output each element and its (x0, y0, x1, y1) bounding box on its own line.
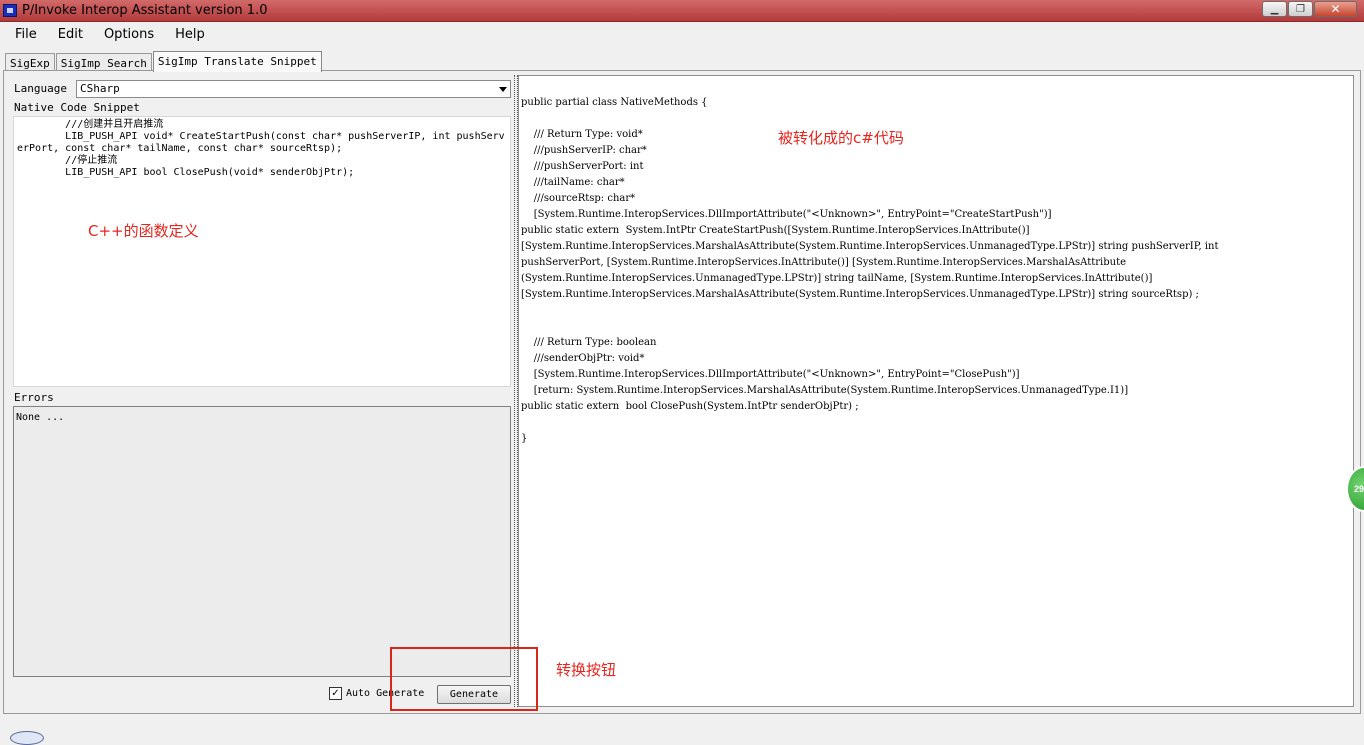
annotation-button: 转换按钮 (556, 661, 617, 679)
minimize-button[interactable]: ▁ (1262, 1, 1287, 17)
errors-label: Errors (14, 391, 54, 404)
menu-help[interactable]: Help (175, 24, 205, 46)
close-button[interactable]: ✕ (1314, 1, 1357, 17)
native-code-label: Native Code Snippet (14, 101, 140, 114)
title-bar[interactable]: P/Invoke Interop Assistant version 1.0 ▁… (0, 0, 1364, 22)
menu-edit[interactable]: Edit (58, 24, 83, 46)
errors-output[interactable]: None ... (13, 406, 511, 677)
annotation-cpp: C++的函数定义 (88, 222, 199, 240)
taskbar-orb[interactable] (10, 731, 44, 745)
generated-code-output[interactable]: public partial class NativeMethods { ///… (518, 75, 1354, 707)
native-code-input[interactable]: ///创建并且开启推流 LIB_PUSH_API void* CreateSta… (13, 116, 511, 387)
app-icon (3, 4, 17, 17)
chevron-down-icon (499, 87, 507, 92)
generated-code-text: public partial class NativeMethods { ///… (521, 97, 1219, 444)
native-code-text: ///创建并且开启推流 LIB_PUSH_API void* CreateSta… (17, 119, 505, 178)
highlight-rectangle (390, 647, 538, 711)
window-title: P/Invoke Interop Assistant version 1.0 (22, 3, 268, 18)
auto-generate-checkbox[interactable]: ✓ (329, 687, 342, 700)
window-controls: ▁ ❐ ✕ (1261, 1, 1357, 17)
menu-file[interactable]: File (15, 24, 37, 46)
tab-sigimp-translate-snippet[interactable]: SigImp Translate Snippet (152, 51, 322, 72)
maximize-button[interactable]: ❐ (1288, 1, 1313, 17)
language-label: Language (14, 82, 67, 95)
tab-strip: SigExp SigImp Search SigImp Translate Sn… (5, 51, 323, 72)
errors-text: None ... (16, 412, 65, 423)
annotation-csharp: 被转化成的c#代码 (778, 129, 904, 147)
menu-options[interactable]: Options (104, 24, 154, 46)
language-value: CSharp (80, 82, 120, 95)
language-select[interactable]: CSharp (76, 80, 511, 98)
menu-bar: File Edit Options Help (0, 24, 211, 46)
